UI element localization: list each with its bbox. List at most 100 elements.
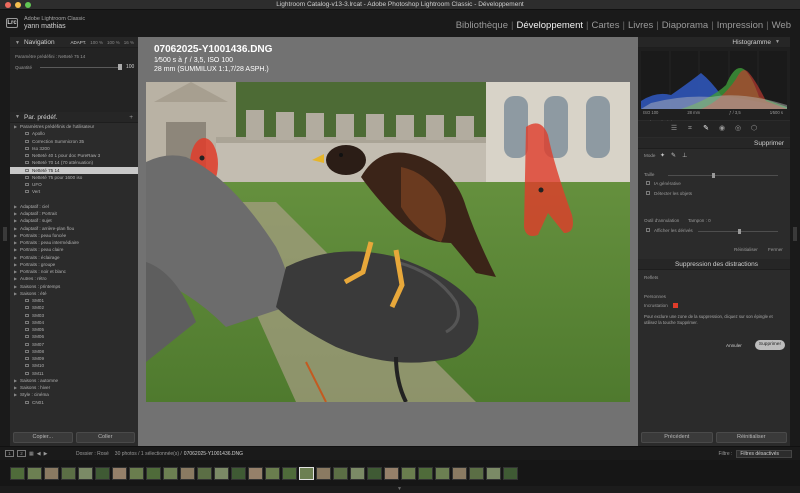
preset-group[interactable]: ▶ Style : cinéma bbox=[10, 391, 138, 398]
preset-group[interactable]: ▶ Portraits : groupe bbox=[10, 261, 138, 268]
filmstrip-thumbnail[interactable] bbox=[486, 466, 501, 480]
preset-item[interactable]: SM10 bbox=[10, 362, 138, 369]
preset-item[interactable]: Netteté 75 14 bbox=[10, 166, 138, 174]
screen-1-button[interactable]: 1 bbox=[5, 450, 14, 457]
people-label[interactable]: Personnes bbox=[644, 294, 666, 299]
delete-distractions-button[interactable]: Supprimer bbox=[755, 340, 785, 350]
module-0[interactable]: Bibliothèque bbox=[453, 20, 511, 31]
cancel-distractions-button[interactable]: Annuler bbox=[726, 343, 742, 348]
filmstrip-thumbnail[interactable] bbox=[163, 466, 178, 480]
preset-group[interactable]: ▶ Saisons : automne bbox=[10, 377, 138, 384]
presets-header[interactable]: ▼ Par. prédéf. + bbox=[10, 112, 138, 123]
expand-triangle-icon[interactable]: ▶ bbox=[14, 377, 17, 384]
navigator-header[interactable]: ▼ Navigation ADAPT. 100 % 100 % 16 % bbox=[10, 37, 138, 48]
previous-button[interactable]: Précédent bbox=[641, 432, 713, 443]
filmstrip-thumbnail[interactable] bbox=[146, 466, 161, 480]
left-panel-edge[interactable] bbox=[0, 37, 10, 446]
preset-item[interactable]: Correction Summicron 35 bbox=[10, 138, 138, 145]
filmstrip-thumbnail[interactable] bbox=[197, 466, 212, 480]
back-arrow-icon[interactable]: ◀ bbox=[37, 451, 41, 457]
preset-group[interactable]: ▶ Adaptatif : Portrait bbox=[10, 210, 138, 217]
preset-item[interactable]: SM06 bbox=[10, 333, 138, 340]
filmstrip-thumbnail[interactable] bbox=[503, 466, 518, 480]
filmstrip-thumbnail[interactable] bbox=[61, 466, 76, 480]
filmstrip-toggle-icon[interactable]: ▼ bbox=[397, 486, 402, 492]
filmstrip-thumbnail[interactable] bbox=[401, 466, 416, 480]
preset-group[interactable]: ▶ Portraits : éclairage bbox=[10, 254, 138, 261]
expand-triangle-icon[interactable]: ▶ bbox=[14, 246, 17, 253]
main-photo[interactable] bbox=[146, 82, 630, 402]
left-panel-toggle[interactable] bbox=[3, 227, 7, 241]
navigator-preview[interactable]: Paramètre prédéfini : Netteté 75 14 Quan… bbox=[10, 48, 138, 112]
screen-2-button[interactable]: 2 bbox=[17, 450, 26, 457]
preset-group[interactable]: ▶ Portraits : peau intermédiaire bbox=[10, 239, 138, 246]
paste-button[interactable]: Coller bbox=[75, 432, 135, 443]
module-5[interactable]: Impression bbox=[714, 20, 766, 31]
preset-group[interactable]: ▶ Saisons : été bbox=[10, 290, 138, 297]
expand-triangle-icon[interactable]: ▶ bbox=[14, 217, 17, 224]
expand-triangle-icon[interactable]: ▶ bbox=[14, 391, 17, 398]
filmstrip-thumbnail[interactable] bbox=[214, 466, 229, 480]
content-aware-icon[interactable]: ✦ bbox=[660, 152, 665, 159]
zoom-option[interactable]: 100 % bbox=[107, 40, 120, 45]
filmstrip-thumbnail[interactable] bbox=[78, 466, 93, 480]
current-file[interactable]: 07062025-Y1001436.DNG bbox=[184, 451, 243, 457]
detect-objects-checkbox[interactable] bbox=[646, 191, 650, 195]
filmstrip-thumbnail[interactable] bbox=[469, 466, 484, 480]
folder-label[interactable]: Dossier : Rosé bbox=[76, 451, 109, 457]
remove-tool-icon[interactable]: ✎ bbox=[701, 124, 711, 134]
preset-group[interactable]: ▶ Portraits : peau claire bbox=[10, 246, 138, 253]
crop-icon[interactable]: ⌗ bbox=[685, 124, 695, 134]
expand-triangle-icon[interactable]: ▶ bbox=[14, 283, 17, 290]
preset-group[interactable]: ▶ Portraits : peau foncée bbox=[10, 232, 138, 239]
preset-item[interactable]: CN01 bbox=[10, 399, 138, 406]
filmstrip-thumbnail[interactable] bbox=[384, 466, 399, 480]
filmstrip-thumbnail[interactable] bbox=[44, 466, 59, 480]
filmstrip-thumbnail[interactable] bbox=[316, 466, 331, 480]
preset-item[interactable]: Vert bbox=[10, 188, 138, 195]
preset-item[interactable]: Iso 3200 bbox=[10, 145, 138, 152]
filmstrip-thumbnail[interactable] bbox=[350, 466, 365, 480]
preset-item[interactable]: Netteté 75 pour 1600 iso bbox=[10, 174, 138, 181]
preset-item[interactable]: SM04 bbox=[10, 319, 138, 326]
preset-group[interactable]: ▶ Saisons : hiver bbox=[10, 384, 138, 391]
zoom-option[interactable]: 100 % bbox=[90, 40, 103, 45]
filmstrip-thumbnail[interactable] bbox=[452, 466, 467, 480]
filter-select[interactable]: Filtres désactivés bbox=[736, 450, 792, 458]
preset-item[interactable]: Netteté 40 1 pour doc PureRaw 3 bbox=[10, 152, 138, 159]
preset-item[interactable]: SM11 bbox=[10, 370, 138, 377]
filmstrip-thumbnail[interactable] bbox=[265, 466, 280, 480]
expand-triangle-icon[interactable]: ▶ bbox=[14, 203, 17, 210]
expand-triangle-icon[interactable]: ▶ bbox=[14, 261, 17, 268]
module-2[interactable]: Cartes bbox=[588, 20, 622, 31]
grid-view-icon[interactable]: ▦ bbox=[29, 451, 34, 457]
preset-group[interactable]: ▶ Portraits : noir et blanc bbox=[10, 268, 138, 275]
expand-triangle-icon[interactable]: ▶ bbox=[14, 210, 17, 217]
preset-item[interactable]: SM07 bbox=[10, 341, 138, 348]
reflections-label[interactable]: Reflets bbox=[644, 275, 658, 280]
effects-slider-knob[interactable] bbox=[738, 229, 741, 234]
distractions-header[interactable]: Suppression des distractions bbox=[638, 259, 790, 270]
zoom-option[interactable]: ADAPT. bbox=[70, 40, 86, 45]
clone-icon[interactable]: ⊥ bbox=[682, 152, 687, 159]
edit-sliders-icon[interactable]: ☰ bbox=[669, 124, 679, 134]
filmstrip-thumbnail[interactable] bbox=[112, 466, 127, 480]
preset-group[interactable]: ▶ Autres : rétro bbox=[10, 275, 138, 282]
preset-item[interactable]: Apollo bbox=[10, 130, 138, 137]
add-preset-icon[interactable]: + bbox=[129, 114, 133, 121]
preset-item[interactable]: SM08 bbox=[10, 348, 138, 355]
expand-triangle-icon[interactable]: ▶ bbox=[14, 123, 17, 130]
masking-icon[interactable]: ◎ bbox=[733, 124, 743, 134]
copy-button[interactable]: Copier... bbox=[13, 432, 73, 443]
module-6[interactable]: Web bbox=[769, 20, 794, 31]
preset-group[interactable]: ▶ Paramètres prédéfinis de l'utilisateur bbox=[10, 123, 138, 130]
size-slider[interactable] bbox=[668, 175, 778, 176]
filmstrip-thumbnail[interactable] bbox=[282, 466, 297, 480]
expand-triangle-icon[interactable]: ▶ bbox=[14, 232, 17, 239]
generative-checkbox[interactable] bbox=[646, 181, 650, 185]
preset-item[interactable]: SM02 bbox=[10, 304, 138, 311]
expand-triangle-icon[interactable]: ▶ bbox=[14, 268, 17, 275]
right-panel-toggle[interactable] bbox=[793, 227, 797, 241]
preset-item[interactable]: UFO bbox=[10, 181, 138, 188]
expand-triangle-icon[interactable]: ▶ bbox=[14, 275, 17, 282]
